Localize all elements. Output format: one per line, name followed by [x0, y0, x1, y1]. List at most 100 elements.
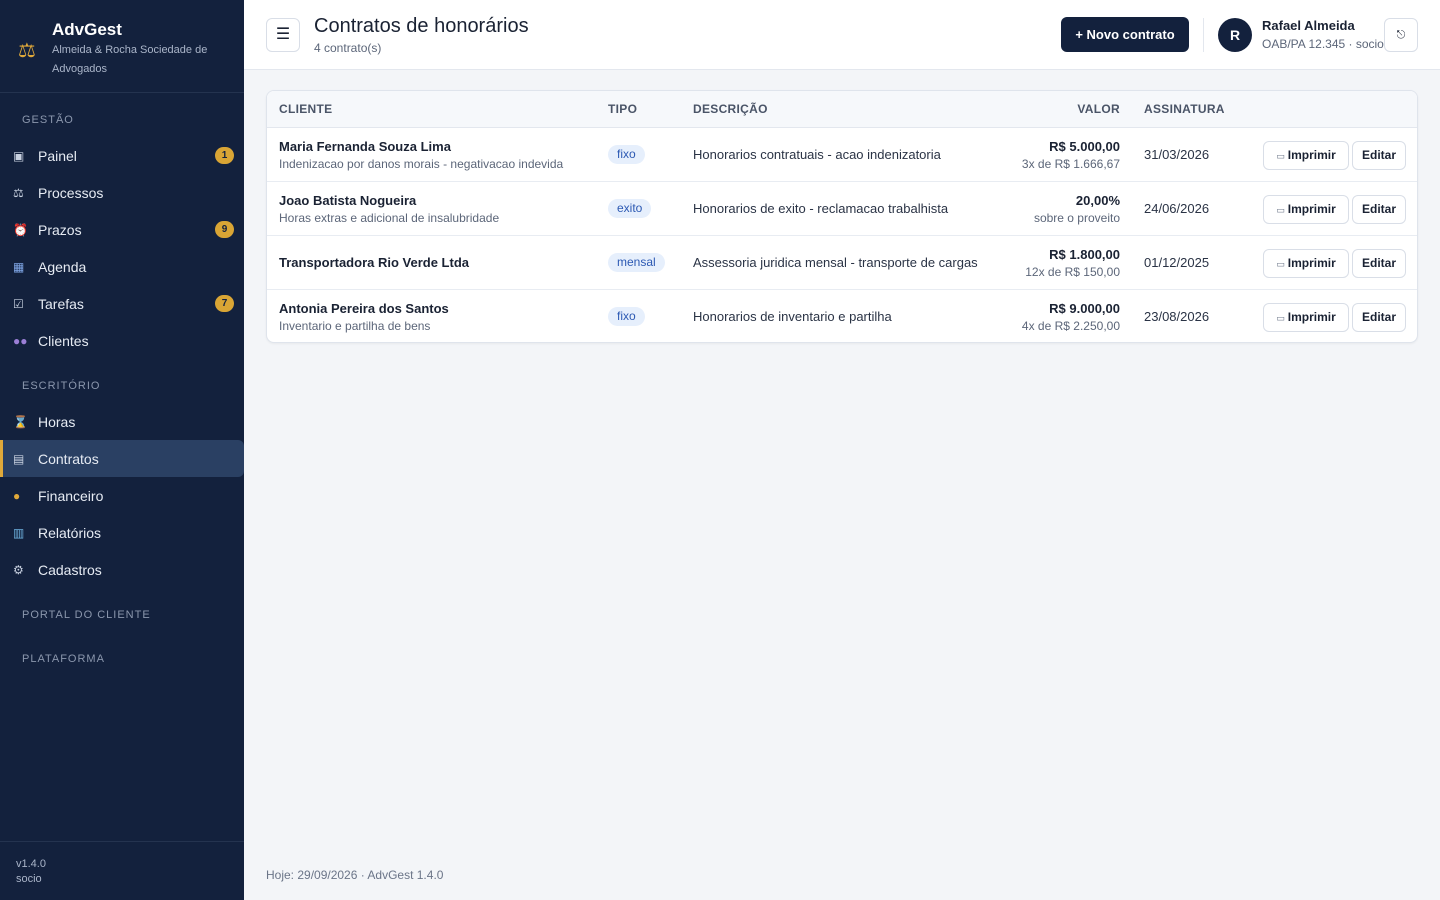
user-name: Rafael Almeida [1262, 18, 1355, 33]
print-button[interactable]: ▭ Imprimir [1263, 249, 1349, 278]
print-button[interactable]: ▭ Imprimir [1263, 195, 1349, 224]
sidebar-item-label: Agenda [38, 258, 87, 275]
user-role: OAB/PA 12.345 · socio [1262, 37, 1384, 51]
contract-value: R$ 5.000,00 [1049, 139, 1120, 154]
table-row: Antonia Pereira dos Santos Inventario e … [267, 290, 1417, 342]
role-label: socio [16, 873, 42, 885]
table-row: Joao Batista Nogueira Horas extras e adi… [267, 182, 1417, 236]
footer-note: Hoje: 29/09/2026 · AdvGest 1.4.0 [266, 868, 444, 882]
table-row: Maria Fernanda Souza Lima Indenizacao po… [267, 128, 1417, 182]
type-badge: fixo [608, 145, 645, 164]
hamburger-icon: ☰ [275, 26, 291, 43]
count-badge: 1 [215, 147, 234, 164]
sidebar-item-contratos[interactable]: ▤ Contratos [0, 440, 244, 477]
printer-icon: ▭ [1276, 313, 1285, 323]
edit-button[interactable]: Editar [1352, 249, 1406, 278]
sidebar: ⚖ AdvGest Almeida & Rocha Sociedade de A… [0, 0, 244, 900]
edit-button[interactable]: Editar [1352, 195, 1406, 224]
brand-subtitle: Almeida & Rocha Sociedade de Advogados [52, 44, 208, 75]
count-badge: 7 [215, 295, 234, 312]
sidebar-item-label: Clientes [38, 332, 89, 349]
sidebar-item-processos[interactable]: ⚖ Processos [0, 174, 244, 211]
type-badge: exito [608, 199, 652, 218]
sidebar-footer: v1.4.0 socio [0, 841, 244, 900]
page-subtitle: 4 contrato(s) [314, 41, 382, 55]
sidebar-item-financeiro[interactable]: ● Financeiro [0, 477, 244, 514]
contract-description: Honorarios contratuais - acao indenizato… [693, 147, 941, 162]
signature-date: 24/06/2026 [1144, 201, 1210, 216]
column-header-assinatura: ASSINATURA [1144, 102, 1225, 116]
printer-icon: ▭ [1276, 205, 1285, 215]
hourglass-icon: ⌛ [13, 414, 28, 429]
column-header-tipo: TIPO [608, 102, 638, 116]
sidebar-item-horas[interactable]: ⌛ Horas [0, 403, 244, 440]
contract-description: Assessoria juridica mensal - transporte … [693, 255, 978, 270]
sidebar-item-label: Cadastros [38, 561, 102, 578]
contracts-table: CLIENTE TIPO DESCRIÇÃO VALOR ASSINATURA … [266, 90, 1418, 343]
sidebar-item-painel[interactable]: ▣ Painel 1 [0, 137, 244, 174]
type-badge: mensal [608, 253, 665, 272]
print-label: Imprimir [1287, 310, 1336, 324]
client-name: Maria Fernanda Souza Lima [279, 139, 451, 154]
logout-button[interactable]: ⎋ [1384, 18, 1418, 52]
print-button[interactable]: ▭ Imprimir [1263, 141, 1349, 170]
sidebar-item-label: Painel [38, 147, 77, 164]
alarm-clock-icon: ⏰ [13, 222, 28, 237]
brand: ⚖ AdvGest Almeida & Rocha Sociedade de A… [0, 0, 244, 93]
sidebar-item-label: Contratos [38, 450, 99, 467]
print-label: Imprimir [1287, 148, 1336, 162]
process-name: Horas extras e adicional de insalubridad… [279, 211, 500, 225]
type-badge: fixo [608, 307, 645, 326]
people-icon: ●● [13, 333, 28, 348]
section-label-plataforma[interactable]: PLATAFORMA [0, 632, 244, 676]
table-row: Transportadora Rio Verde Ltda mensal Ass… [267, 236, 1417, 290]
edit-button[interactable]: Editar [1352, 303, 1406, 332]
contract-value: R$ 1.800,00 [1049, 247, 1120, 262]
sidebar-item-label: Horas [38, 413, 76, 430]
column-header-valor: VALOR [1077, 102, 1120, 116]
contract-value: R$ 9.000,00 [1049, 301, 1120, 316]
processes-icon: ⚖ [13, 185, 24, 200]
new-contract-button[interactable]: + Novo contrato [1061, 17, 1189, 52]
process-name: Inventario e partilha de bens [279, 319, 431, 333]
version-label: v1.4.0 [16, 858, 46, 870]
hamburger-menu-button[interactable]: ☰ [266, 18, 300, 52]
contract-description: Honorarios de inventario e partilha [693, 309, 892, 324]
avatar[interactable]: R [1218, 18, 1252, 52]
dashboard-icon: ▣ [13, 148, 25, 163]
printer-icon: ▭ [1276, 259, 1285, 269]
document-icon: ▤ [13, 451, 25, 466]
section-label-portal[interactable]: PORTAL DO CLIENTE [0, 588, 244, 632]
print-button[interactable]: ▭ Imprimir [1263, 303, 1349, 332]
sidebar-item-label: Tarefas [38, 295, 84, 312]
contract-description: Honorarios de exito - reclamacao trabalh… [693, 201, 949, 216]
scales-icon: ⚖ [18, 40, 36, 62]
sidebar-item-relatorios[interactable]: ▥ Relatórios [0, 514, 244, 551]
edit-button[interactable]: Editar [1352, 141, 1406, 170]
table-header: CLIENTE TIPO DESCRIÇÃO VALOR ASSINATURA [267, 91, 1417, 128]
sidebar-item-clientes[interactable]: ●● Clientes [0, 322, 244, 359]
count-badge: 9 [215, 221, 234, 238]
process-name: Indenizacao por danos morais - negativac… [279, 157, 564, 171]
bar-chart-icon: ▥ [13, 525, 25, 540]
signature-date: 23/08/2026 [1144, 309, 1210, 324]
sidebar-item-label: Prazos [38, 221, 82, 238]
sidebar-item-tarefas[interactable]: ☑ Tarefas 7 [0, 285, 244, 322]
printer-icon: ▭ [1276, 151, 1285, 161]
signature-date: 01/12/2025 [1144, 255, 1210, 270]
sidebar-item-label: Processos [38, 184, 104, 201]
contract-value: 20,00% [1075, 193, 1120, 208]
sidebar-item-label: Financeiro [38, 487, 104, 504]
print-label: Imprimir [1287, 202, 1336, 216]
signature-date: 31/03/2026 [1144, 147, 1210, 162]
sidebar-item-cadastros[interactable]: ⚙ Cadastros [0, 551, 244, 588]
client-name: Joao Batista Nogueira [279, 193, 417, 208]
client-name: Transportadora Rio Verde Ltda [279, 255, 469, 270]
sidebar-item-prazos[interactable]: ⏰ Prazos 9 [0, 211, 244, 248]
client-name: Antonia Pereira dos Santos [279, 301, 449, 316]
section-label-gestao: GESTÃO [22, 114, 74, 126]
page-title: Contratos de honorários [314, 15, 529, 37]
contract-value-detail: 12x de R$ 150,00 [1025, 265, 1120, 279]
contract-value-detail: 3x de R$ 1.666,67 [1021, 157, 1120, 171]
sidebar-item-agenda[interactable]: ▦ Agenda [0, 248, 244, 285]
